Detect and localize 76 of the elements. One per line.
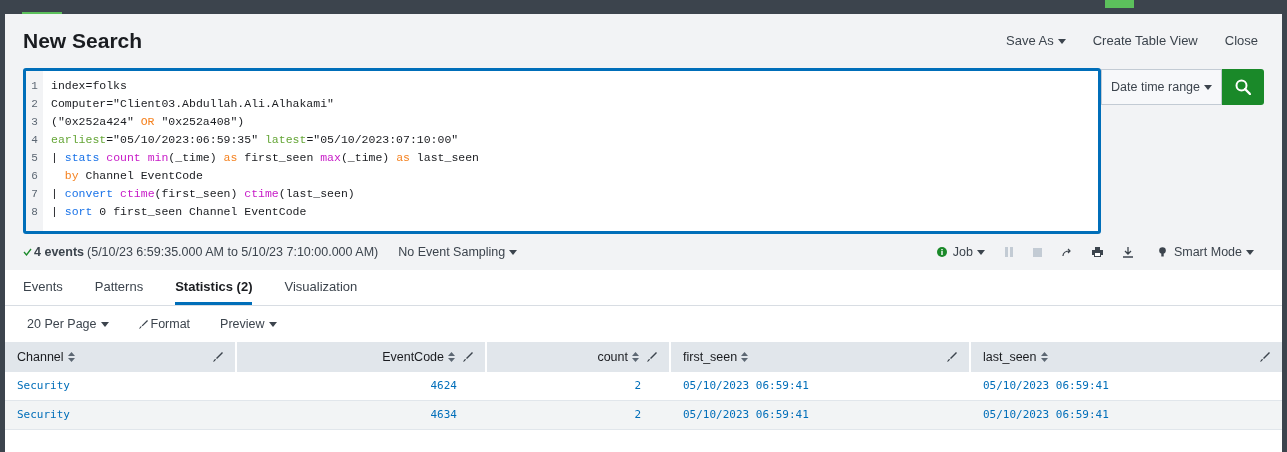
line-number: 7	[31, 187, 38, 202]
sort-icon[interactable]	[448, 352, 455, 362]
table-cell-text: 05/10/2023 06:59:41	[983, 377, 1109, 394]
column-label: first_seen	[683, 348, 738, 366]
search-editor[interactable]	[23, 68, 1102, 234]
table-cell-text: Security	[17, 377, 70, 394]
sort-icon[interactable]	[67, 352, 75, 362]
brush-icon[interactable]	[213, 352, 223, 362]
results-tab[interactable]: Statistics (2)	[175, 270, 253, 305]
print-icon[interactable]	[1091, 247, 1103, 257]
line-number: 6	[31, 169, 38, 184]
line-number: 1	[31, 79, 38, 94]
code-line: earliest="05/10/2023:06:59:35" latest="05/10/2023:07:10:00"	[51, 132, 460, 148]
line-number: 4	[31, 133, 38, 148]
table-cell-text: 05/10/2023 06:59:41	[683, 377, 809, 394]
table-cell-text: 2	[634, 406, 641, 423]
job-menu[interactable]: Job	[936, 242, 985, 262]
line-number: 3	[31, 115, 38, 130]
results-tab[interactable]: Events	[23, 270, 63, 305]
info-icon	[936, 247, 947, 257]
line-number: 8	[31, 205, 38, 220]
check-icon	[23, 248, 32, 256]
search-mode-dropdown[interactable]: Smart Mode	[1158, 242, 1254, 262]
caret-icon	[1204, 84, 1212, 90]
results-tab[interactable]: Visualization	[284, 270, 358, 305]
brush-icon[interactable]	[1260, 352, 1270, 362]
results-tab[interactable]: Patterns	[94, 270, 144, 305]
preview-dropdown[interactable]: Preview	[220, 314, 277, 334]
brush-icon[interactable]	[647, 352, 657, 362]
share-icon[interactable]	[1061, 248, 1072, 256]
per-page-dropdown[interactable]: 20 Per Page	[27, 314, 109, 334]
table-cell-text: 05/10/2023 06:59:41	[983, 406, 1109, 423]
table-cell-text: 2	[634, 377, 641, 394]
code-line: | convert ctime(first_seen) ctime(last_seen)	[51, 186, 356, 202]
page-title: New Search	[23, 28, 143, 55]
column-label: count	[597, 348, 628, 366]
column-label: last_seen	[983, 348, 1037, 366]
line-number: 5	[31, 151, 38, 166]
brush-icon	[138, 319, 148, 329]
header-action[interactable]: Save As	[1006, 31, 1066, 51]
sort-icon[interactable]	[1040, 352, 1048, 362]
caret-icon	[1246, 249, 1254, 255]
header-action[interactable]: Close	[1224, 31, 1258, 51]
code-line: ("0x252a424" OR "0x252a408")	[51, 114, 246, 130]
brush-icon[interactable]	[463, 352, 473, 362]
caret-icon	[100, 321, 109, 327]
code-line: | stats count min(_time) as first_seen max(_time) as last_seen	[51, 150, 479, 166]
header-action[interactable]: Create Table View	[1092, 31, 1198, 51]
table-cell-text: Security	[17, 406, 70, 423]
active-app-indicator	[22, 12, 62, 14]
caret-icon	[509, 249, 518, 255]
sampling-dropdown[interactable]: No Event Sampling	[398, 242, 518, 262]
table-cell-text: 4624	[430, 377, 457, 394]
time-range-text: (5/10/23 6:59:35.000 AM to 5/10/23 7:10:00.000 AM)	[87, 243, 379, 261]
brush-icon[interactable]	[947, 352, 957, 362]
code-line: Computer="Client03.Abdullah.Ali.Alhakami"	[51, 96, 335, 112]
column-label: Channel	[17, 348, 64, 366]
time-range-picker[interactable]: Date time range	[1101, 69, 1222, 105]
search-icon	[1235, 79, 1251, 95]
sort-icon[interactable]	[741, 352, 749, 362]
table-cell-text: 4634	[430, 406, 457, 423]
code-line: by Channel EventCode	[63, 168, 204, 184]
event-count: 4 events	[34, 243, 85, 261]
format-button[interactable]: Format	[138, 314, 191, 334]
code-line: index=folks	[51, 78, 128, 94]
line-number: 2	[31, 97, 38, 112]
table-cell-text: 05/10/2023 06:59:41	[683, 406, 809, 423]
caret-icon	[976, 249, 985, 255]
download-icon[interactable]	[1122, 246, 1133, 258]
column-header[interactable]: last_seen	[971, 342, 1282, 372]
lightbulb-icon	[1158, 247, 1166, 257]
code-line: | sort 0 first_seen Channel EventCode	[51, 204, 308, 220]
sort-icon[interactable]	[632, 352, 639, 362]
search-button[interactable]	[1222, 69, 1264, 105]
column-label: EventCode	[382, 348, 444, 366]
caret-icon	[268, 321, 277, 327]
